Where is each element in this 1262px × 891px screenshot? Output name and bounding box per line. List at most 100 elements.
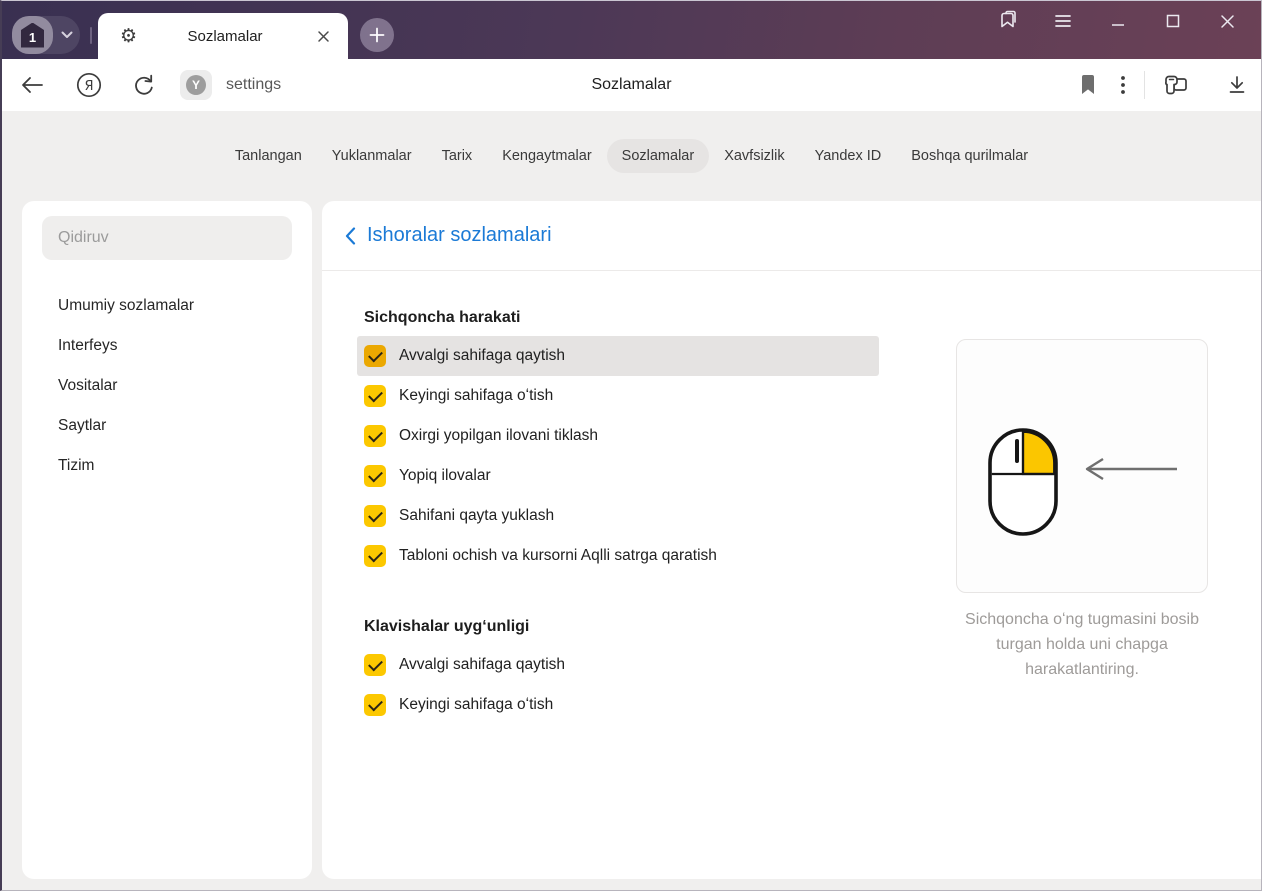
sidebar-item[interactable]: Saytlar <box>42 406 292 446</box>
settings-gear-icon: ⚙ <box>120 24 138 47</box>
checkbox-label: Yopiq ilovalar <box>399 467 491 484</box>
protect-button[interactable]: Y <box>180 70 212 100</box>
sidebar: Umumiy sozlamalarInterfeysVositalarSaytl… <box>22 201 312 879</box>
checkbox[interactable] <box>364 545 386 567</box>
toolbar-divider <box>1144 71 1145 99</box>
checkbox[interactable] <box>364 385 386 407</box>
yandex-home-button[interactable]: Я <box>76 72 102 98</box>
nav-tab[interactable]: Yuklanmalar <box>317 139 427 173</box>
nav-tab[interactable]: Yandex ID <box>800 139 897 173</box>
nav-tab[interactable]: Sozlamalar <box>606 139 710 173</box>
browser-window: 1 ⚙ Sozlamalar Я Y settings Sozlamalar T… <box>0 0 1262 891</box>
gesture-illustration-column: Sichqoncha oʻng tugmasini bosib turgan h… <box>956 339 1208 879</box>
sidebar-items: Umumiy sozlamalar Interfeys Vositalar Saytl… <box>42 286 292 486</box>
main-body: Sichqoncha harakati Avvalgi sahifaga qayt… <box>322 271 1261 879</box>
checkbox[interactable] <box>364 465 386 487</box>
checkbox[interactable] <box>364 505 386 527</box>
svg-text:Я: Я <box>84 79 93 94</box>
nav-tab[interactable]: Boshqa qurilmalar <box>896 139 1043 173</box>
checkbox-label: Avvalgi sahifaga qaytish <box>399 656 566 673</box>
tab-title: Sozlamalar <box>187 27 263 45</box>
maximize-icon <box>1166 14 1179 28</box>
settings-section: Sichqoncha harakati Avvalgi sahifaga qayt… <box>357 309 897 576</box>
browser-menu-button[interactable] <box>1035 1 1090 41</box>
nav-tab[interactable]: Xavfsizlik <box>709 139 799 173</box>
nav-tab[interactable]: Tarix <box>427 139 488 173</box>
tab-close-button[interactable] <box>313 26 334 47</box>
sidebar-item[interactable]: Vositalar <box>42 366 292 406</box>
back-header[interactable]: Ishoralar sozlamalari <box>322 201 1261 271</box>
toolbar: Я Y settings Sozlamalar <box>2 59 1261 111</box>
checkbox-label: Oxirgi yopilgan ilovani tiklash <box>399 427 599 444</box>
gesture-illustration-card <box>956 339 1208 593</box>
checkbox-label: Keyingi sahifaga oʻtish <box>399 696 554 713</box>
tab-count-shield-icon: 1 <box>21 22 44 48</box>
minimize-icon <box>1111 24 1124 26</box>
menu-icon <box>1054 15 1071 27</box>
panels-bookmark-icon <box>1000 10 1016 28</box>
plus-icon <box>369 27 385 43</box>
checkbox-label: Avvalgi sahifaga qaytish <box>399 347 566 364</box>
browser-tab[interactable]: ⚙ Sozlamalar <box>98 13 348 59</box>
yandex-logo-icon: Я <box>76 72 102 98</box>
checkbox[interactable] <box>364 654 386 676</box>
checkbox-row[interactable]: Sahifani qayta yuklash <box>357 496 879 536</box>
titlebar: 1 ⚙ Sozlamalar <box>2 1 1261 59</box>
checkbox[interactable] <box>364 425 386 447</box>
left-arrow-icon <box>1085 457 1177 481</box>
address-bar-text[interactable]: settings <box>226 76 281 94</box>
section-title: Klavishalar uygʻunligi <box>364 618 530 635</box>
tab-list-dropdown[interactable] <box>53 31 80 39</box>
checkbox-label: Keyingi sahifaga oʻtish <box>399 387 554 404</box>
sidebar-item[interactable]: Interfeys <box>42 326 292 366</box>
back-arrow-icon <box>22 77 43 93</box>
mouse-gesture-icon <box>988 428 1058 536</box>
back-button[interactable] <box>20 76 44 94</box>
minimize-button[interactable] <box>1090 1 1145 41</box>
main-panel: Ishoralar sozlamalari Sichqoncha harakat… <box>322 201 1261 879</box>
close-icon <box>318 30 329 42</box>
tab-counter-button[interactable]: 1 <box>12 16 80 54</box>
window-controls <box>980 1 1255 41</box>
new-tab-button[interactable] <box>360 18 394 52</box>
sidebar-item[interactable]: Tizim <box>42 446 292 486</box>
checkbox-row[interactable]: Keyingi sahifaga oʻtish <box>357 376 879 416</box>
nav-tab[interactable]: Kengaytmalar <box>487 139 606 173</box>
close-window-button[interactable] <box>1200 1 1255 41</box>
settings-section: Klavishalar uygʻunligi Avvalgi sahifaga q… <box>357 618 897 725</box>
checkbox-row[interactable]: Yopiq ilovalar <box>357 456 879 496</box>
download-icon <box>1229 76 1245 93</box>
refresh-button[interactable] <box>132 73 156 97</box>
section-page-title: Ishoralar sozlamalari <box>367 224 552 246</box>
downloads-button[interactable] <box>1227 75 1247 95</box>
tab-counter-badge[interactable]: 1 <box>12 16 53 54</box>
protect-y-icon: Y <box>186 75 206 95</box>
checkbox-row[interactable]: Keyingi sahifaga oʻtish <box>357 685 879 725</box>
checkbox-label: Sahifani qayta yuklash <box>399 507 555 524</box>
page-actions-menu-button[interactable] <box>1120 75 1126 95</box>
section-title: Sichqoncha harakati <box>364 309 521 326</box>
body-row: Umumiy sozlamalarInterfeysVositalarSaytl… <box>2 201 1261 879</box>
sidebar-item[interactable]: Umumiy sozlamalar <box>42 286 292 326</box>
tabstrip-divider <box>90 27 92 44</box>
checkbox[interactable] <box>364 694 386 716</box>
checkbox-row[interactable]: Avvalgi sahifaga qaytish <box>357 645 879 685</box>
bookmark-button[interactable] <box>1080 75 1096 95</box>
extensions-button[interactable] <box>1163 74 1189 96</box>
nav-tab[interactable]: Tanlangan <box>220 139 317 173</box>
maximize-button[interactable] <box>1145 1 1200 41</box>
close-icon <box>1221 14 1234 28</box>
nav-tabs: Tanlangan Yuklanmalar Tarix Kengaytmalar Soz… <box>2 111 1261 201</box>
settings-page: Tanlangan Yuklanmalar Tarix Kengaytmalar Soz… <box>2 111 1261 890</box>
chevron-down-icon <box>61 31 72 38</box>
toolbar-right-group <box>1080 71 1247 99</box>
gesture-caption: Sichqoncha oʻng tugmasini bosib turgan h… <box>965 611 1199 678</box>
checkbox[interactable] <box>364 345 386 367</box>
bookmark-icon <box>1082 75 1094 94</box>
search-input[interactable] <box>42 216 292 260</box>
checkbox-row[interactable]: Avvalgi sahifaga qaytish <box>357 336 879 376</box>
checkbox-row[interactable]: Oxirgi yopilgan ilovani tiklash <box>357 416 879 456</box>
settings-sections: Sichqoncha harakati Avvalgi sahifaga qayt… <box>357 309 897 879</box>
side-panel-button[interactable] <box>980 1 1035 41</box>
checkbox-row[interactable]: Tabloni ochish va kursorni Aqlli satrga … <box>357 536 879 576</box>
